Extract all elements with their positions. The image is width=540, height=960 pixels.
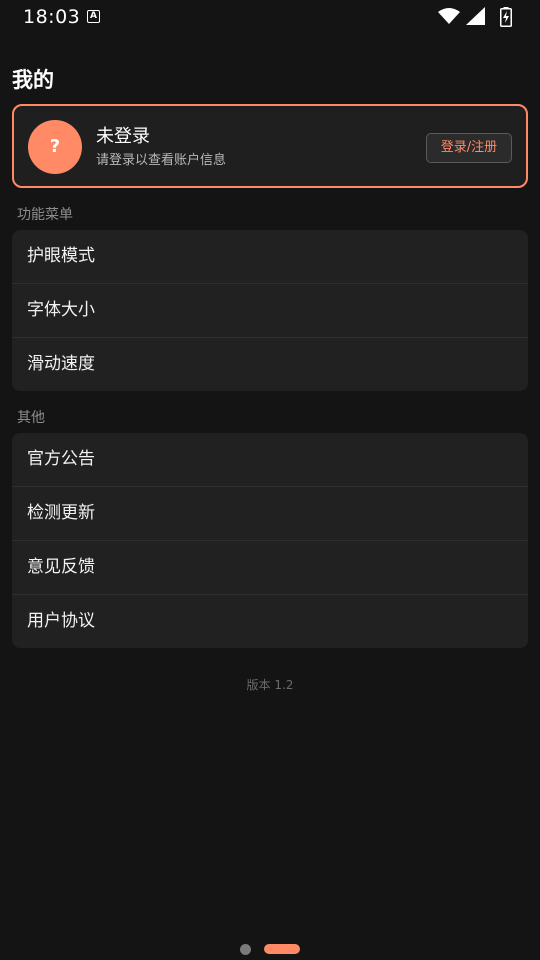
menu-item-font-size[interactable]: 字体大小 bbox=[12, 284, 528, 338]
features-menu: 护眼模式 字体大小 滑动速度 bbox=[12, 230, 528, 391]
page-indicator-active[interactable] bbox=[264, 944, 300, 954]
menu-item-eye-protection[interactable]: 护眼模式 bbox=[12, 230, 528, 284]
menu-item-announcements[interactable]: 官方公告 bbox=[12, 433, 528, 487]
status-time: 18:03 bbox=[23, 6, 81, 28]
menu-item-feedback[interactable]: 意见反馈 bbox=[12, 541, 528, 595]
page-indicator-dot[interactable] bbox=[240, 944, 251, 955]
cell-signal-icon bbox=[466, 7, 485, 25]
wifi-icon bbox=[438, 8, 460, 24]
page-title: 我的 bbox=[12, 68, 54, 92]
section-label-features: 功能菜单 bbox=[17, 207, 73, 223]
menu-item-scroll-speed[interactable]: 滑动速度 bbox=[12, 338, 528, 391]
profile-subtitle: 请登录以查看账户信息 bbox=[96, 153, 227, 168]
login-register-button[interactable]: 登录/注册 bbox=[426, 133, 512, 163]
battery-charging-icon bbox=[500, 7, 512, 27]
other-menu: 官方公告 检测更新 意见反馈 用户协议 bbox=[12, 433, 528, 648]
menu-item-check-update[interactable]: 检测更新 bbox=[12, 487, 528, 541]
menu-item-user-agreement[interactable]: 用户协议 bbox=[12, 595, 528, 648]
avatar-placeholder-icon: ? bbox=[28, 120, 82, 174]
version-text: 版本 1.2 bbox=[246, 678, 294, 692]
section-label-other: 其他 bbox=[17, 410, 45, 426]
notification-a-icon: A bbox=[87, 10, 100, 23]
profile-card[interactable]: ? 未登录 请登录以查看账户信息 登录/注册 bbox=[12, 104, 528, 188]
profile-name: 未登录 bbox=[96, 126, 150, 147]
status-bar: 18:03 A bbox=[0, 0, 540, 34]
